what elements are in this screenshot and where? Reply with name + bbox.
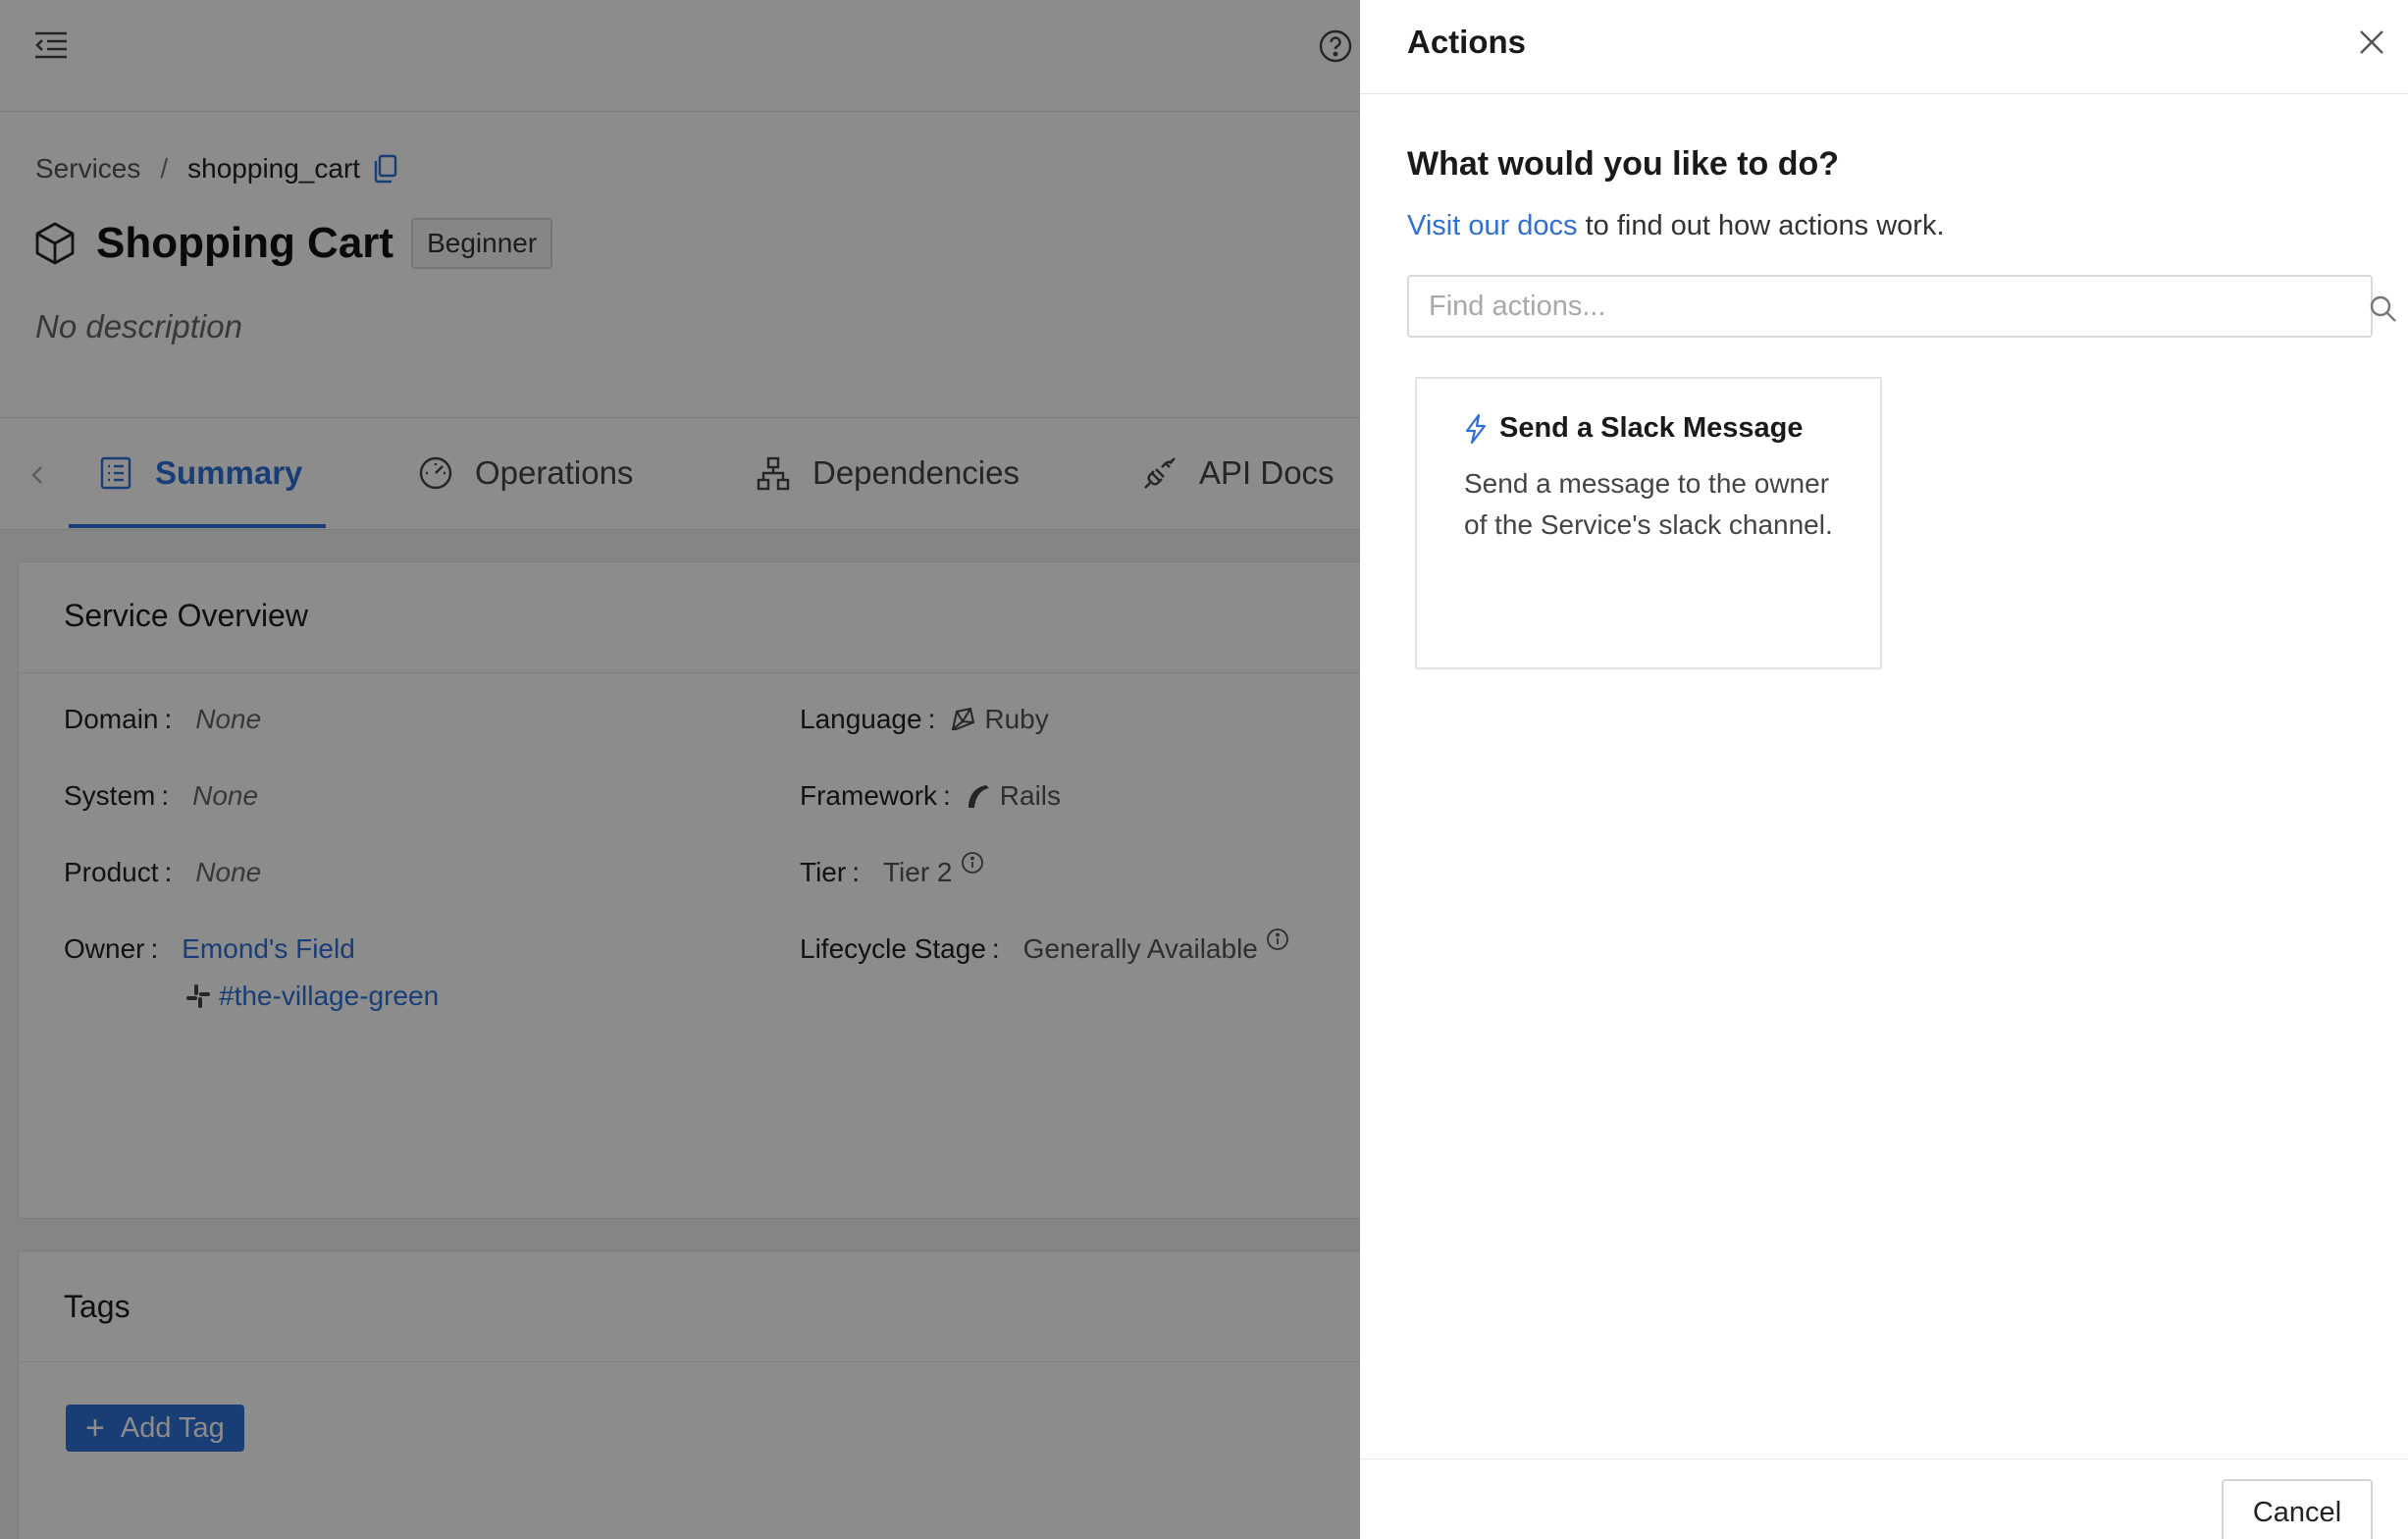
lightning-bolt-icon [1465,413,1487,444]
search-icon [2370,295,2396,322]
action-description: Send a message to the owner of the Servi… [1464,468,1833,540]
modal-backdrop[interactable] [0,0,1360,1539]
drawer-question: What would you like to do? [1407,145,1840,183]
drawer-title: Actions [1407,24,1527,60]
action-card-send-slack-message[interactable]: Send a Slack Message Send a message to t… [1415,377,1882,669]
close-icon[interactable] [2355,26,2388,59]
actions-drawer: Actions What would you like to do? Visit… [1360,0,2408,1539]
drawer-footer: Cancel [1360,1459,2408,1539]
cancel-button[interactable]: Cancel [2222,1479,2373,1539]
action-title-row: Send a Slack Message [1464,412,1804,445]
action-search [1407,275,2396,338]
action-title: Send a Slack Message [1499,412,1804,444]
docs-hint-text: to find out how actions work. [1577,210,1945,241]
search-input[interactable] [1429,277,2292,336]
drawer-header: Actions [1360,0,2408,94]
docs-link[interactable]: Visit our docs [1407,210,1578,241]
docs-hint: Visit our docs to find out how actions w… [1407,210,1945,242]
